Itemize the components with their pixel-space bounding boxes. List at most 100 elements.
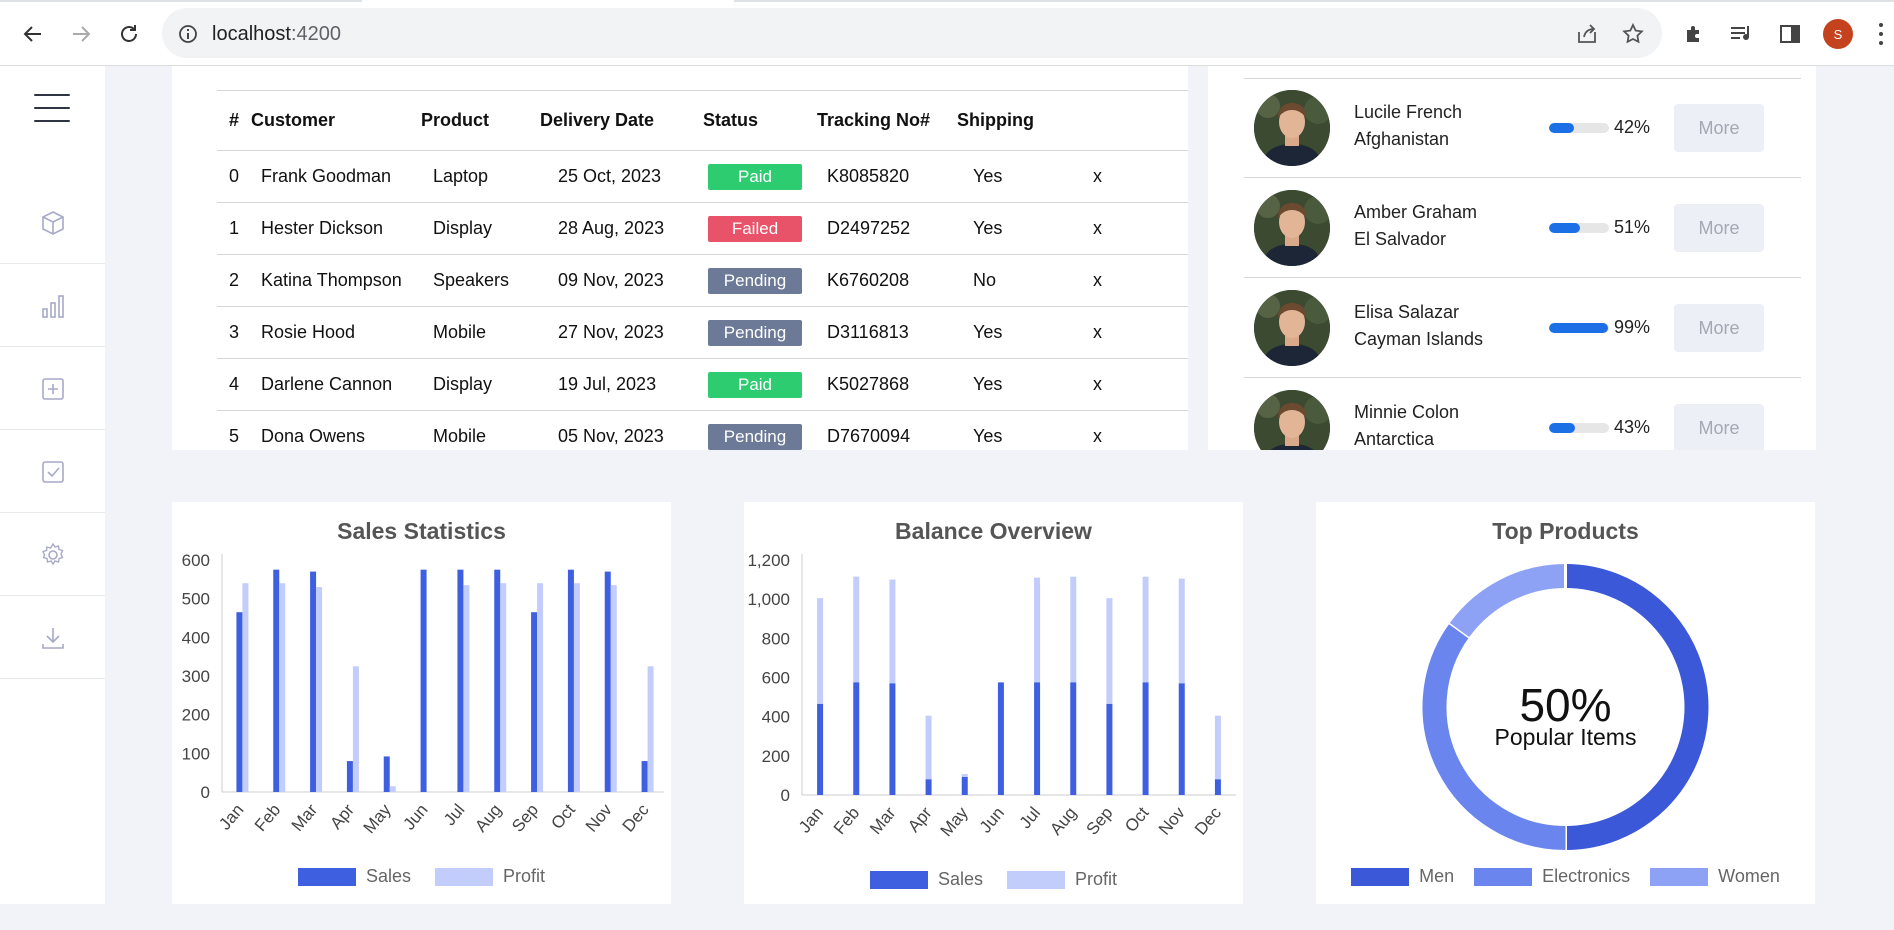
info-icon[interactable] xyxy=(175,21,201,47)
bar-sales[interactable] xyxy=(1142,682,1149,795)
profile-avatar[interactable]: S xyxy=(1823,19,1853,49)
cell-remove[interactable]: x xyxy=(1077,410,1188,450)
bar-profit[interactable] xyxy=(853,576,860,683)
bar-sales[interactable] xyxy=(567,569,574,792)
cell-remove[interactable]: x xyxy=(1077,150,1188,203)
table-row[interactable]: 4 Darlene Cannon Display 19 Jul, 2023 Paid K5… xyxy=(217,358,1188,411)
table-row[interactable]: 3 Rosie Hood Mobile 27 Nov, 2023 Pending D311… xyxy=(217,306,1188,359)
bar-sales[interactable] xyxy=(457,569,464,792)
x-tick-label: Jun xyxy=(976,803,1008,836)
bar-sales[interactable] xyxy=(641,761,648,792)
bar-profit[interactable] xyxy=(925,715,932,780)
cell-remove[interactable]: x xyxy=(1077,254,1188,307)
table-row[interactable]: 1 Hester Dickson Display 28 Aug, 2023 Failed… xyxy=(217,202,1188,255)
sidebar-item-products[interactable] xyxy=(0,182,105,264)
x-tick-label: Nov xyxy=(582,800,616,836)
bookmark-star-icon[interactable] xyxy=(1620,21,1646,47)
media-queue-icon[interactable] xyxy=(1728,20,1756,48)
bar-profit[interactable] xyxy=(573,583,580,792)
cell-tracking: K6760208 xyxy=(817,254,957,307)
more-button[interactable]: More xyxy=(1674,404,1764,450)
bar-profit[interactable] xyxy=(500,583,507,792)
cell-customer: Katina Thompson xyxy=(251,254,421,307)
hamburger-menu-icon[interactable] xyxy=(34,94,70,122)
legend-item-electronics[interactable]: Electronics xyxy=(1474,866,1630,887)
cell-remove[interactable]: x xyxy=(1077,358,1188,411)
legend-item-women[interactable]: Women xyxy=(1650,866,1780,887)
bar-profit[interactable] xyxy=(961,774,968,777)
bar-profit[interactable] xyxy=(610,585,617,792)
bar-sales[interactable] xyxy=(383,756,390,792)
bar-profit[interactable] xyxy=(1034,577,1041,683)
bar-sales[interactable] xyxy=(531,612,538,792)
bar-sales[interactable] xyxy=(889,683,896,795)
bar-sales[interactable] xyxy=(1106,703,1113,795)
bar-profit[interactable] xyxy=(242,583,249,792)
sidebar-item-tasks[interactable] xyxy=(0,431,105,513)
table-row[interactable]: 5 Dona Owens Mobile 05 Nov, 2023 Pending D767… xyxy=(217,410,1188,450)
bar-sales[interactable] xyxy=(236,612,243,792)
bar-profit[interactable] xyxy=(1178,578,1185,684)
bar-profit[interactable] xyxy=(537,583,544,792)
reload-button[interactable] xyxy=(113,18,145,50)
more-button[interactable]: More xyxy=(1674,304,1764,352)
bar-sales[interactable] xyxy=(925,779,932,795)
sidebar-item-settings[interactable] xyxy=(0,514,105,596)
bar-sales[interactable] xyxy=(853,682,860,795)
bar-sales[interactable] xyxy=(310,571,317,792)
bar-sales[interactable] xyxy=(1070,682,1077,795)
bar-profit[interactable] xyxy=(389,786,396,792)
bar-profit[interactable] xyxy=(463,585,470,792)
bar-sales[interactable] xyxy=(420,569,427,792)
browser-menu-icon[interactable] xyxy=(1876,20,1886,48)
sidebar-item-add[interactable] xyxy=(0,348,105,430)
bar-sales[interactable] xyxy=(1178,683,1185,795)
share-icon[interactable] xyxy=(1574,21,1600,47)
plus-square-icon xyxy=(41,377,64,400)
bar-chart-icon xyxy=(41,294,64,318)
bar-profit[interactable] xyxy=(817,598,824,704)
cell-product: Display xyxy=(421,358,540,411)
legend-item-men[interactable]: Men xyxy=(1351,866,1454,887)
back-button[interactable] xyxy=(17,18,49,50)
bar-sales[interactable] xyxy=(1214,779,1221,795)
legend-item-sales[interactable]: Sales xyxy=(297,866,411,887)
bar-sales[interactable] xyxy=(961,776,968,795)
bar-profit[interactable] xyxy=(279,583,286,792)
bar-profit[interactable] xyxy=(647,666,654,792)
bar-profit[interactable] xyxy=(316,587,323,792)
bar-sales[interactable] xyxy=(346,761,353,792)
table-row[interactable]: 2 Katina Thompson Speakers 09 Nov, 2023 Pend… xyxy=(217,254,1188,307)
extensions-icon[interactable] xyxy=(1680,20,1708,48)
forward-button[interactable] xyxy=(65,18,97,50)
bar-profit[interactable] xyxy=(1214,715,1221,780)
y-tick-label: 600 xyxy=(762,669,790,688)
bar-profit[interactable] xyxy=(1070,576,1077,683)
sidebar-item-analytics[interactable] xyxy=(0,265,105,347)
bar-sales[interactable] xyxy=(817,703,824,795)
browser-toolbar: localhost:4200 S xyxy=(0,0,1894,66)
legend-item-sales[interactable]: Sales xyxy=(869,869,983,890)
more-button[interactable]: More xyxy=(1674,104,1764,152)
donut-slice-women[interactable] xyxy=(1449,564,1566,638)
more-button[interactable]: More xyxy=(1674,204,1764,252)
side-panel-icon[interactable] xyxy=(1776,20,1804,48)
bar-sales[interactable] xyxy=(273,569,280,792)
bar-sales[interactable] xyxy=(1034,682,1041,795)
table-row[interactable]: 0 Frank Goodman Laptop 25 Oct, 2023 Paid K808… xyxy=(217,150,1188,203)
legend-item-profit[interactable]: Profit xyxy=(1007,869,1117,890)
bar-sales[interactable] xyxy=(604,571,611,792)
legend-item-profit[interactable]: Profit xyxy=(435,866,545,887)
bar-sales[interactable] xyxy=(494,569,501,792)
cell-customer: Hester Dickson xyxy=(251,202,421,255)
cell-remove[interactable]: x xyxy=(1077,306,1188,359)
address-bar[interactable]: localhost:4200 xyxy=(162,8,1662,58)
bar-profit[interactable] xyxy=(889,579,896,684)
sidebar-item-download[interactable] xyxy=(0,597,105,679)
bar-sales[interactable] xyxy=(997,682,1004,795)
bar-profit[interactable] xyxy=(352,666,359,792)
x-tick-label: Sep xyxy=(508,800,542,835)
bar-profit[interactable] xyxy=(1142,576,1149,683)
cell-remove[interactable]: x xyxy=(1077,202,1188,255)
bar-profit[interactable] xyxy=(1106,598,1113,704)
